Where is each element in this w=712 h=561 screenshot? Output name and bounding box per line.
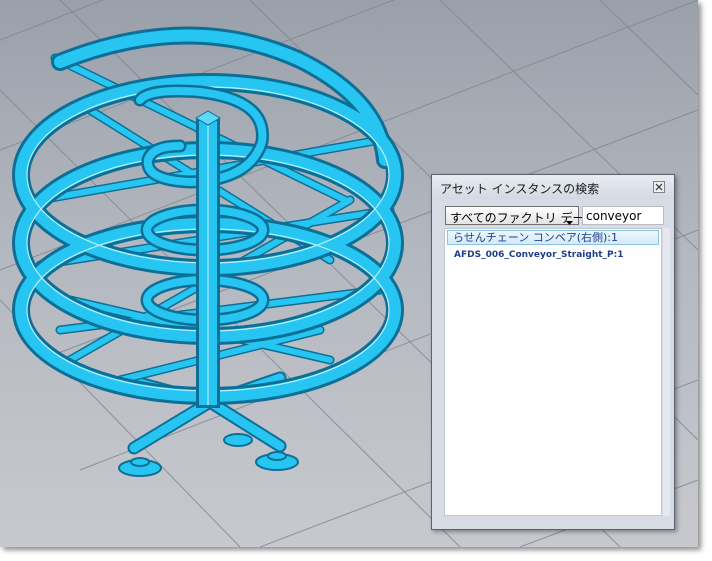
filter-selected-value: すべてのファクトリ データ <box>450 211 597 225</box>
search-results-list: らせんチェーン コンベア(右側):1 AFDS_006_Conveyor_Str… <box>444 228 662 516</box>
chevron-down-icon <box>566 214 573 228</box>
results-scrollbar[interactable] <box>663 228 670 516</box>
search-input[interactable] <box>582 206 664 225</box>
factory-data-filter-dropdown[interactable]: すべてのファクトリ データ <box>445 206 597 228</box>
asset-instance-search-dialog: アセット インスタンスの検索 すべてのファクトリ データ らせんチェーン コンベ… <box>431 174 675 530</box>
result-item-afds-conveyor-straight[interactable]: AFDS_006_Conveyor_Straight_P:1 <box>447 248 659 263</box>
spiral-conveyor <box>12 26 404 477</box>
dialog-titlebar[interactable]: アセット インスタンスの検索 <box>432 175 674 199</box>
close-icon[interactable] <box>653 181 665 193</box>
dialog-title: アセット インスタンスの検索 <box>440 182 600 196</box>
result-item-spiral-chain-conveyor[interactable]: らせんチェーン コンベア(右側):1 <box>447 230 659 245</box>
